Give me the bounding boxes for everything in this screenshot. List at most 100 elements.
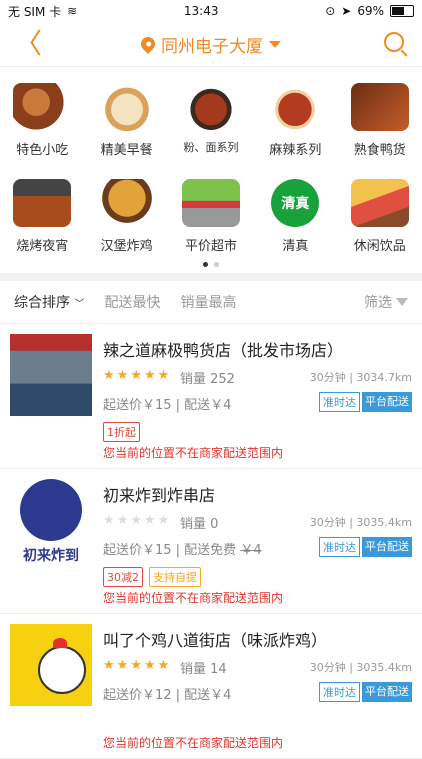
delivery-warning: 您当前的位置不在商家配送范围内 <box>103 736 284 750</box>
store-name: 初来炸到炸串店 <box>103 486 216 505</box>
back-icon[interactable]: 〈 <box>14 30 42 58</box>
promo-tag: 1折起 <box>103 422 140 442</box>
platform-delivery-badge: 平台配送 <box>362 537 412 557</box>
star-icon: ★ <box>143 513 156 528</box>
sales-count: 销量 0 <box>180 517 219 532</box>
store-name: 辣之道麻极鸭货店（批发市场店） <box>103 341 344 360</box>
rating-stars: ★ ★ ★ ★ ★ <box>103 368 169 383</box>
star-icon: ★ <box>103 513 115 528</box>
on-time-badge: 准时达 <box>319 392 360 412</box>
category-label: 汉堡炸鸡 <box>100 239 153 254</box>
store-brand-text: 初来炸到 <box>23 548 79 564</box>
fee-text: 起送价￥15 | 配送免费 <box>103 543 237 558</box>
category-spicy[interactable]: 麻辣系列 <box>253 77 337 167</box>
rotation-lock-icon: ⊙ <box>325 4 336 18</box>
cart-icon <box>181 179 240 227</box>
status-bar: 无 SIM 卡 ≋ 13:43 ⊙ ➤ 69% <box>0 0 422 22</box>
spicy-icon <box>266 83 325 131</box>
fee-info: 起送价￥15 | 配送免费 ￥4 <box>103 539 262 558</box>
store-card[interactable]: 初来炸到 初来炸到炸串店 ★ ★ ★ ★ ★ 销量 0 30分钟 | 3035.4km … <box>0 469 422 614</box>
fee-info: 起送价￥15 | 配送￥4 <box>103 398 232 413</box>
sort-sales[interactable]: 销量最高 <box>180 292 236 312</box>
location-arrow-icon: ➤ <box>341 4 352 18</box>
badges: 准时达 平台配送 <box>319 682 412 702</box>
fee-info: 起送价￥12 | 配送￥4 <box>103 688 232 703</box>
location-pin-icon <box>138 34 158 54</box>
delivery-meta: 30分钟 | 3034.7km <box>309 371 412 384</box>
category-drink[interactable]: 休闲饮品 <box>338 173 422 263</box>
delivery-warning: 您当前的位置不在商家配送范围内 <box>103 446 284 460</box>
delivery-warning: 您当前的位置不在商家配送范围内 <box>103 591 284 605</box>
battery-fill <box>392 7 404 15</box>
location-label: 同州电子大厦 <box>161 36 263 57</box>
promo-tag: 30减2 <box>103 567 143 587</box>
battery-percent: 69% <box>357 4 384 18</box>
caret-down-icon <box>269 40 281 48</box>
pickup-tag: 支持自提 <box>149 567 201 587</box>
on-time-badge: 准时达 <box>319 537 360 557</box>
clock: 13:43 <box>183 4 219 18</box>
sales-count: 销量 14 <box>180 662 227 677</box>
page-indicator <box>0 262 422 267</box>
star-icon: ★ <box>116 658 129 673</box>
store-card[interactable]: 叫了个鸡八道街店（味派炸鸡） ★ ★ ★ ★ ★ 销量 14 30分钟 | 3035.4… <box>0 614 422 759</box>
star-icon: ★ <box>130 658 142 673</box>
rating-stars: ★ ★ ★ ★ ★ <box>103 513 169 528</box>
category-duck[interactable]: 熟食鸭货 <box>338 77 422 167</box>
store-thumbnail <box>10 624 92 706</box>
star-icon: ★ <box>116 368 129 383</box>
rating-stars: ★ ★ ★ ★ ★ <box>103 658 169 673</box>
category-supermarket[interactable]: 平价超市 <box>169 173 253 263</box>
category-bbq[interactable]: 烧烤夜宵 <box>0 173 84 263</box>
carrier-label: 无 SIM 卡 <box>8 4 62 19</box>
category-label: 麻辣系列 <box>269 143 322 158</box>
sort-default[interactable]: 综合排序 ﹀ <box>14 292 84 312</box>
promo-tags: 1折起 <box>103 422 140 442</box>
promo-tags: 30减2 支持自提 <box>103 567 201 587</box>
filter-button[interactable]: 筛选 <box>364 292 408 312</box>
store-thumbnail: 初来炸到 <box>10 479 92 564</box>
store-thumbnail <box>10 334 92 416</box>
category-label: 精美早餐 <box>100 143 153 158</box>
breakfast-icon <box>97 83 156 131</box>
star-icon: ★ <box>116 513 129 528</box>
badges: 准时达 平台配送 <box>319 392 412 412</box>
halal-icon: 清真 <box>271 179 320 227</box>
category-label: 平价超市 <box>184 239 237 254</box>
category-halal[interactable]: 清真 清真 <box>253 173 337 263</box>
star-icon: ★ <box>157 368 170 383</box>
distance: 3035.4km <box>356 516 412 529</box>
chicken-mascot-icon <box>38 638 86 694</box>
sales-count: 销量 252 <box>180 372 235 387</box>
snack-icon <box>13 83 72 131</box>
filter-label: 筛选 <box>364 295 392 311</box>
noodle-icon <box>181 83 240 131</box>
category-snack[interactable]: 特色小吃 <box>0 77 84 167</box>
search-icon[interactable] <box>384 32 404 52</box>
delivery-meta: 30分钟 | 3035.4km <box>309 661 412 674</box>
chevron-down-icon: ﹀ <box>74 299 85 310</box>
star-icon: ★ <box>157 513 170 528</box>
sort-fastest[interactable]: 配送最快 <box>104 292 160 312</box>
store-name: 叫了个鸡八道街店（味派炸鸡） <box>103 631 328 650</box>
category-grid: 特色小吃 精美早餐 粉、面系列 麻辣系列 熟食鸭货 烧烤夜宵 汉堡炸鸡 平价超市… <box>0 67 422 273</box>
original-fee: ￥4 <box>240 543 262 558</box>
category-burger[interactable]: 汉堡炸鸡 <box>84 173 168 263</box>
burger-icon <box>97 179 156 227</box>
location-selector[interactable]: 同州电子大厦 <box>138 32 281 57</box>
distance: 3035.4km <box>356 661 412 674</box>
bbq-icon <box>13 179 72 227</box>
category-label: 休闲饮品 <box>353 239 406 254</box>
category-noodle[interactable]: 粉、面系列 <box>169 77 253 167</box>
star-icon: ★ <box>157 658 170 673</box>
category-label: 烧烤夜宵 <box>16 239 69 254</box>
star-icon: ★ <box>103 368 115 383</box>
header: 〈 同州电子大厦 <box>0 22 422 67</box>
status-right: ⊙ ➤ 69% <box>325 4 414 18</box>
page-dot <box>214 262 219 267</box>
category-label: 清真 <box>282 239 309 254</box>
store-card[interactable]: 辣之道麻极鸭货店（批发市场店） ★ ★ ★ ★ ★ 销量 252 30分钟 | 3034… <box>0 324 422 469</box>
category-breakfast[interactable]: 精美早餐 <box>84 77 168 167</box>
status-left: 无 SIM 卡 ≋ <box>8 3 77 20</box>
star-icon: ★ <box>130 368 142 383</box>
